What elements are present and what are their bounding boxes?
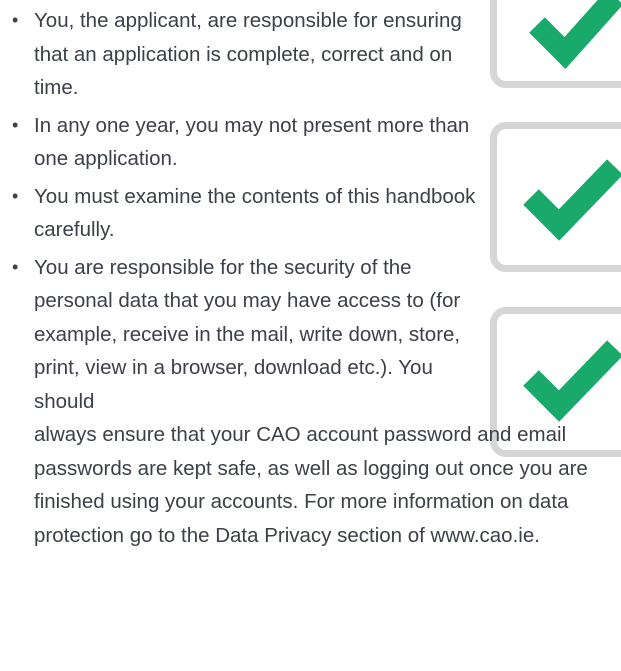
list-item-text: You must examine the contents of this ha… <box>34 184 476 242</box>
bullet-icon: • <box>12 114 19 135</box>
bullet-icon: • <box>12 256 19 277</box>
list-item-text: In any one year, you may not present mor… <box>34 113 470 171</box>
bullet-icon: • <box>12 185 19 206</box>
list-item: • In any one year, you may not present m… <box>12 109 612 176</box>
list-item-continuation: always ensure that your CAO account pass… <box>34 423 588 547</box>
responsibilities-list: • You, the applicant, are responsible fo… <box>12 4 612 556</box>
list-item: • You, the applicant, are responsible fo… <box>12 4 612 105</box>
list-item-text: You are responsible for the security of … <box>34 255 461 413</box>
handbook-page: • You, the applicant, are responsible fo… <box>0 0 621 671</box>
list-item-text: You, the applicant, are responsible for … <box>34 9 462 99</box>
bullet-icon: • <box>12 10 19 30</box>
list-item: • You are responsible for the security o… <box>12 251 612 553</box>
list-item: • You must examine the contents of this … <box>12 180 612 247</box>
